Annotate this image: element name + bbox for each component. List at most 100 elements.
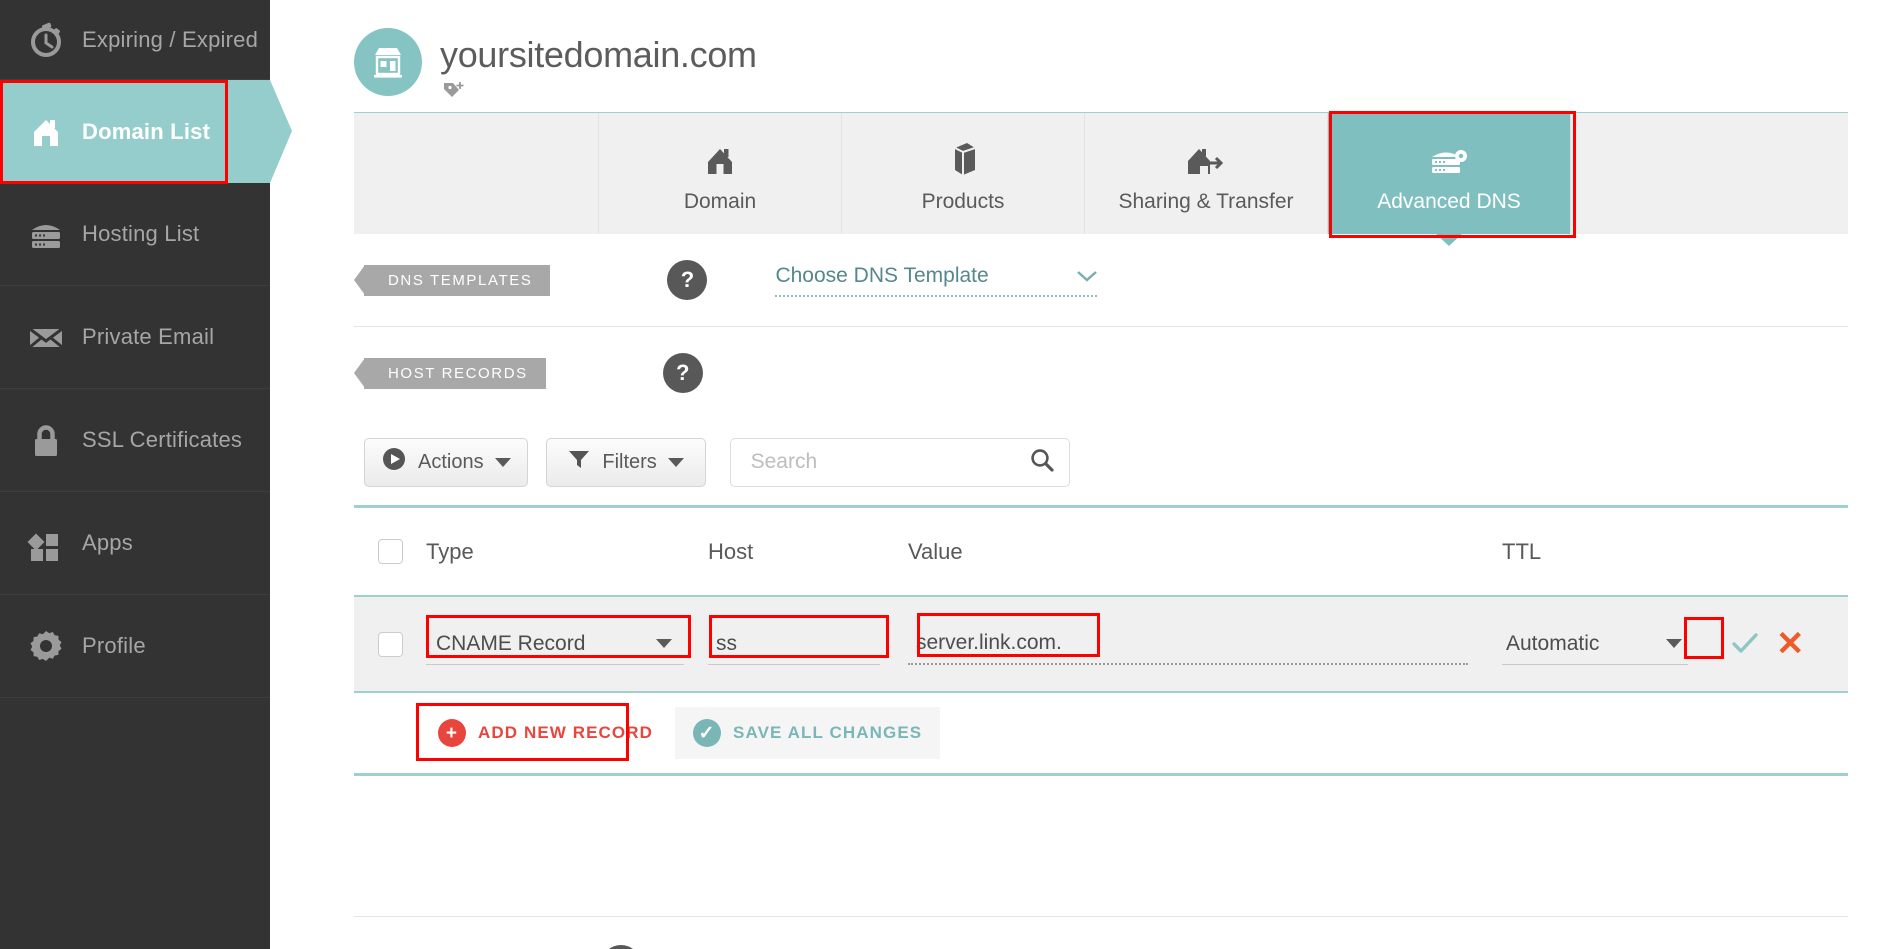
sidebar-item-expiring-expired[interactable]: Expiring / Expired (0, 0, 270, 80)
search-box[interactable] (729, 437, 1070, 487)
record-type-select[interactable]: CNAME Record (426, 623, 684, 665)
funnel-icon (567, 447, 591, 477)
chevron-down-icon (1077, 264, 1098, 288)
sidebar-item-label: Domain List (82, 118, 211, 144)
table-bottom-divider (354, 773, 1848, 776)
sidebar: Expiring / Expired Domain List Hosting L… (0, 0, 292, 949)
main-content: yoursitedomain.com Domain Products Shari… (270, 0, 1900, 949)
record-ttl-value: Automatic (1506, 631, 1600, 655)
lock-icon (22, 418, 70, 462)
page-title: yoursitedomain.com (440, 34, 757, 75)
column-header-host: Host (708, 538, 754, 564)
plus-circle-icon: + (438, 719, 466, 747)
record-value-input[interactable]: server.link.com. (908, 623, 1468, 665)
column-header-type: Type (426, 538, 474, 564)
tab-sharing-transfer[interactable]: Sharing & Transfer (1085, 113, 1328, 234)
tab-advanced-dns[interactable]: Advanced DNS (1328, 113, 1571, 246)
filters-button[interactable]: Filters (545, 437, 706, 487)
tab-domain[interactable]: Domain (599, 113, 842, 234)
server-icon (22, 212, 70, 256)
gear-icon (22, 624, 70, 668)
records-toolbar: Actions Filters (354, 419, 1900, 505)
next-section-preview: ? (354, 917, 1900, 949)
chevron-down-icon (1666, 639, 1682, 648)
sidebar-item-apps[interactable]: Apps (0, 492, 270, 595)
check-circle-icon: ✓ (693, 719, 722, 747)
sidebar-item-label: Private Email (82, 324, 215, 349)
active-nav-arrow (270, 80, 292, 183)
shop-icon (354, 28, 422, 96)
table-row: CNAME Record ss server.link.com. Automat… (354, 595, 1848, 693)
record-host-cell: ss (708, 623, 908, 665)
apps-icon (22, 521, 70, 565)
active-tab-caret (1436, 234, 1462, 246)
tab-label: Sharing & Transfer (1118, 189, 1294, 213)
select-all-cell (354, 539, 426, 564)
host-records-ribbon: HOST RECORDS (354, 357, 546, 389)
chevron-down-icon (667, 457, 684, 467)
box-icon (945, 134, 981, 178)
dns-templates-section: DNS TEMPLATES ? Choose DNS Template (353, 234, 1848, 326)
record-action-bar: + ADD NEW RECORD ✓ SAVE ALL CHANGES (354, 693, 1900, 773)
help-icon[interactable]: ? (601, 945, 641, 949)
tab-spacer (354, 113, 599, 234)
chevron-down-icon (656, 639, 672, 648)
clock-icon (22, 18, 70, 62)
tab-label: Domain (683, 189, 757, 213)
sidebar-item-hosting-list[interactable]: Hosting List (0, 183, 270, 286)
record-value-cell: server.link.com. (908, 623, 1502, 665)
search-icon[interactable] (1029, 447, 1055, 478)
record-actions-cell: ✕ (1730, 627, 1848, 661)
chevron-down-icon (494, 457, 511, 467)
sidebar-item-label: Apps (82, 530, 133, 555)
tab-label: Advanced DNS (1377, 189, 1521, 213)
host-records-table: Type Host Value TTL CNAME Record ss serv… (354, 505, 1848, 693)
filters-label: Filters (602, 450, 657, 473)
app-root: Expiring / Expired Domain List Hosting L… (0, 0, 1900, 949)
column-header-ttl: TTL (1502, 538, 1542, 564)
sidebar-item-label: Profile (82, 633, 146, 658)
select-all-checkbox[interactable] (377, 539, 403, 564)
record-host-input[interactable]: ss (708, 623, 880, 665)
host-records-section: HOST RECORDS ? (354, 327, 1848, 419)
sidebar-item-profile[interactable]: Profile (0, 595, 270, 698)
dns-template-select[interactable]: Choose DNS Template (775, 263, 1098, 297)
home-transfer-icon (1184, 134, 1228, 178)
tab-label: Products (921, 189, 1005, 213)
play-circle-icon (381, 446, 407, 478)
dns-server-icon (1427, 134, 1471, 178)
record-type-cell: CNAME Record (426, 623, 708, 665)
add-tag-icon[interactable] (442, 80, 757, 109)
envelope-icon (22, 315, 70, 359)
add-new-record-button[interactable]: + ADD NEW RECORD (420, 707, 671, 759)
column-header-value: Value (908, 538, 963, 564)
sidebar-item-label: SSL Certificates (82, 427, 243, 452)
home-icon (22, 110, 70, 154)
row-checkbox[interactable] (377, 631, 403, 657)
sidebar-item-ssl-certificates[interactable]: SSL Certificates (0, 389, 270, 492)
help-icon[interactable]: ? (667, 260, 708, 300)
actions-label: Actions (418, 450, 484, 473)
tab-filler (1571, 113, 1848, 234)
check-icon[interactable] (1730, 629, 1760, 659)
table-header-row: Type Host Value TTL (354, 508, 1848, 595)
help-icon[interactable]: ? (662, 353, 703, 393)
row-select-cell (354, 631, 426, 657)
close-icon[interactable]: ✕ (1776, 627, 1805, 661)
tab-products[interactable]: Products (842, 113, 1085, 234)
record-ttl-select[interactable]: Automatic (1502, 623, 1688, 665)
sidebar-item-label: Hosting List (82, 221, 200, 246)
save-all-changes-label: SAVE ALL CHANGES (733, 723, 923, 742)
actions-button[interactable]: Actions (364, 437, 528, 487)
sidebar-item-label: Expiring / Expired (82, 26, 259, 52)
record-type-value: CNAME Record (436, 631, 586, 655)
save-all-changes-button[interactable]: ✓ SAVE ALL CHANGES (675, 707, 941, 759)
sidebar-item-private-email[interactable]: Private Email (0, 286, 270, 389)
record-ttl-cell: Automatic (1502, 623, 1730, 665)
search-input[interactable] (748, 449, 1029, 475)
tab-bar: Domain Products Sharing & Transfer Advan… (354, 111, 1848, 246)
sidebar-item-domain-list[interactable]: Domain List (0, 80, 292, 183)
dns-templates-ribbon: DNS TEMPLATES (353, 264, 551, 296)
domain-header: yoursitedomain.com (336, 0, 1900, 112)
dns-template-value: Choose DNS Template (775, 263, 989, 287)
